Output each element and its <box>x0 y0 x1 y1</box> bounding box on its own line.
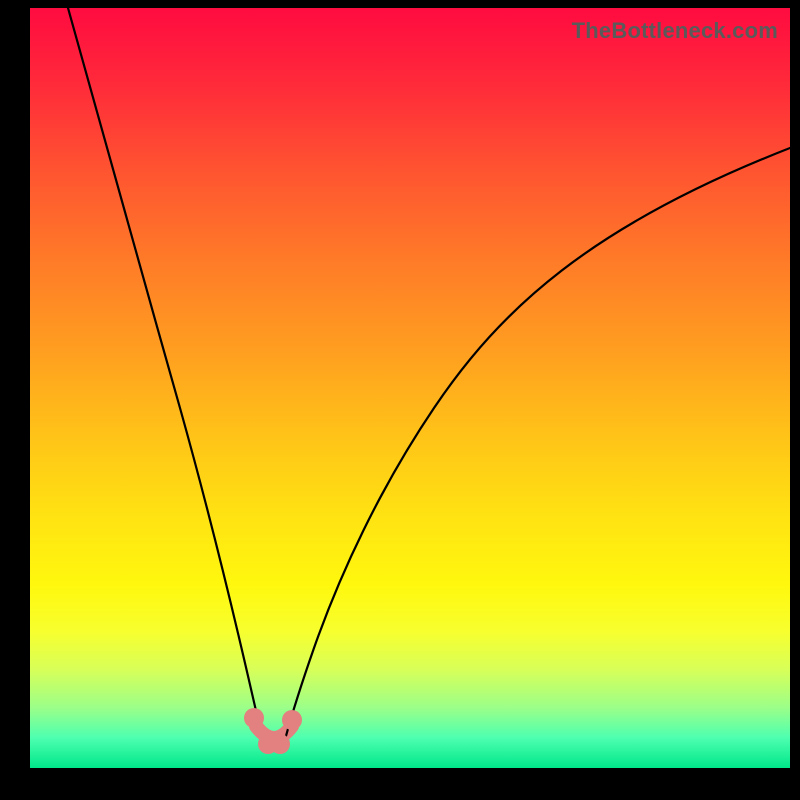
bottleneck-curve <box>30 8 790 768</box>
trough-marker-dot <box>244 708 264 728</box>
trough-marker-dot <box>270 734 290 754</box>
curve-right-branch <box>286 148 790 736</box>
chart-plot-area: TheBottleneck.com <box>30 8 790 768</box>
trough-marker-dot <box>282 710 302 730</box>
curve-left-branch <box>68 8 262 736</box>
